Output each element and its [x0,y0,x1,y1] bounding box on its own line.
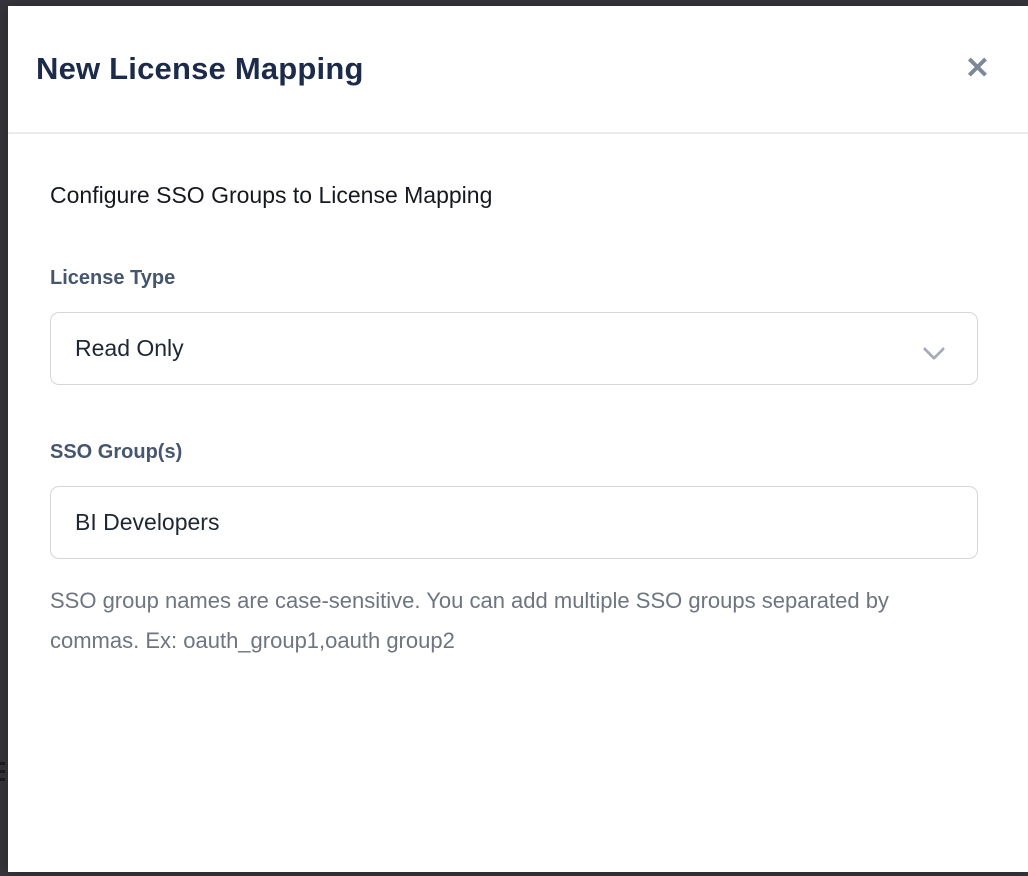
license-type-select[interactable]: Read Only [50,312,978,385]
license-type-selected-value: Read Only [75,335,184,362]
modal-subtitle: Configure SSO Groups to License Mapping [50,182,986,209]
close-icon[interactable]: ✕ [961,50,994,88]
new-license-mapping-modal: New License Mapping ✕ Configure SSO Grou… [8,6,1028,872]
sso-groups-input[interactable] [50,486,978,559]
sso-groups-label: SSO Group(s) [50,441,986,464]
modal-header: New License Mapping ✕ [8,6,1028,134]
modal-title: New License Mapping [36,51,364,87]
modal-body: Configure SSO Groups to License Mapping … [8,134,1028,660]
sso-groups-help-text: SSO group names are case-sensitive. You … [50,581,900,660]
chevron-down-icon [925,339,943,357]
background-list-icon [0,762,6,792]
license-type-label: License Type [50,267,986,290]
